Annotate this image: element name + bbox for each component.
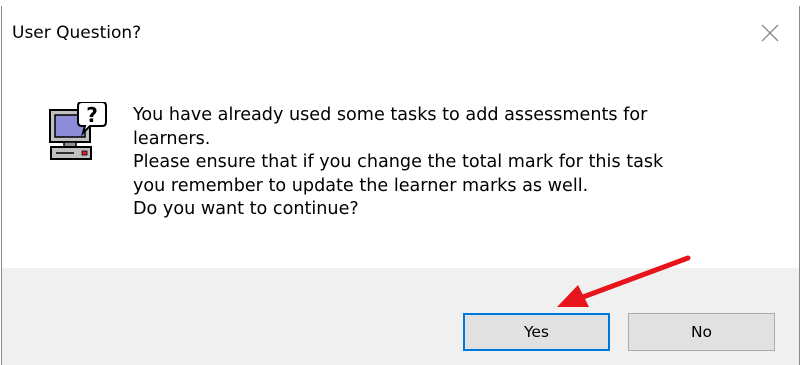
dialog-body: ? You have already used some tasks to ad…	[2, 58, 799, 268]
svg-text:?: ?	[86, 103, 98, 127]
message-line: learners.	[133, 128, 211, 149]
dialog-title: User Question?	[12, 23, 142, 43]
user-question-dialog: User Question? ? You have already used s…	[1, 6, 800, 365]
yes-button[interactable]: Yes	[463, 313, 610, 351]
dialog-footer: Yes No	[2, 268, 799, 365]
computer-question-icon: ?	[49, 102, 107, 160]
dialog-message: You have already used some tasks to add …	[133, 104, 753, 222]
message-line: you remember to update the learner marks…	[133, 175, 589, 196]
message-line: You have already used some tasks to add …	[133, 105, 648, 125]
close-icon	[761, 24, 779, 42]
title-bar: User Question?	[2, 6, 799, 58]
close-button[interactable]	[742, 10, 798, 56]
message-line: Do you want to continue?	[133, 199, 359, 220]
no-button[interactable]: No	[628, 313, 775, 351]
message-line: Please ensure that if you change the tot…	[133, 152, 664, 173]
